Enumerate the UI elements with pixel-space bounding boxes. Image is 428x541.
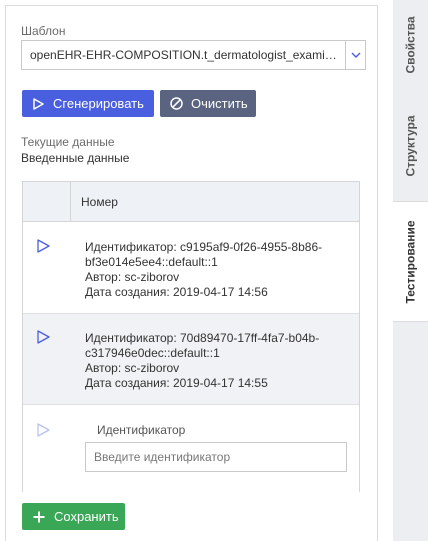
template-select[interactable]: openEHR-EHR-COMPOSITION.t_dermatologist_… bbox=[21, 40, 366, 70]
clear-button-label: Очистить bbox=[191, 96, 248, 111]
generate-button-label: Сгенерировать bbox=[53, 96, 144, 111]
row-created: Дата создания: 2019-04-17 14:55 bbox=[85, 376, 268, 390]
tab-testing-label: Тестирование bbox=[403, 219, 418, 304]
table-row-new: Идентификатор bbox=[23, 405, 359, 492]
row-id-line1: Идентификатор: 70d89470-17ff-4fa7-b04b- bbox=[85, 331, 320, 345]
save-button[interactable]: Сохранить bbox=[22, 503, 125, 530]
generate-button[interactable]: Сгенерировать bbox=[22, 90, 154, 117]
plus-icon bbox=[32, 510, 46, 524]
tab-properties[interactable]: Свойства bbox=[393, 0, 428, 90]
play-icon[interactable] bbox=[36, 239, 50, 253]
chevron-down-icon bbox=[351, 52, 360, 58]
template-select-toggle[interactable] bbox=[345, 41, 365, 69]
play-icon bbox=[31, 97, 45, 111]
compositions-table: Номер Идентификатор: c9195af9-0f26-4955-… bbox=[22, 181, 360, 492]
row-author: Автор: sc-ziborov bbox=[85, 361, 180, 375]
save-button-label: Сохранить bbox=[54, 509, 119, 524]
column-header-number: Номер bbox=[81, 195, 118, 209]
clear-button[interactable]: Очистить bbox=[160, 90, 256, 117]
testing-panel: Шаблон openEHR-EHR-COMPOSITION.t_dermato… bbox=[5, 5, 378, 541]
row-id-line2: bf3e014e5ee4::default::1 bbox=[85, 255, 218, 269]
current-data-label: Текущие данные bbox=[21, 135, 115, 149]
table-header: Номер bbox=[23, 182, 359, 222]
tab-structure[interactable]: Структура bbox=[393, 96, 428, 196]
identifier-label: Идентификатор bbox=[97, 423, 186, 437]
row-id-line2: c317946e0dec::default::1 bbox=[85, 346, 220, 360]
row-id-line1: Идентификатор: c9195af9-0f26-4955-8b86- bbox=[85, 240, 323, 254]
tab-testing[interactable]: Тестирование bbox=[393, 201, 428, 322]
play-icon[interactable] bbox=[36, 330, 50, 344]
header-divider bbox=[70, 182, 71, 222]
tab-properties-label: Свойства bbox=[403, 16, 418, 74]
entered-data-label: Введенные данные bbox=[21, 151, 130, 165]
table-row: Идентификатор: c9195af9-0f26-4955-8b86- … bbox=[23, 222, 359, 314]
identifier-input[interactable] bbox=[85, 442, 347, 472]
row-author: Автор: sc-ziborov bbox=[85, 270, 180, 284]
side-tab-rail: Свойства Структура Тестирование bbox=[393, 0, 428, 541]
template-select-value: openEHR-EHR-COMPOSITION.t_dermatologist_… bbox=[30, 48, 337, 62]
table-row: Идентификатор: 70d89470-17ff-4fa7-b04b- … bbox=[23, 314, 359, 405]
ban-icon bbox=[169, 97, 183, 111]
template-label: Шаблон bbox=[21, 24, 66, 38]
play-icon bbox=[37, 423, 50, 437]
row-created: Дата создания: 2019-04-17 14:56 bbox=[85, 285, 268, 299]
tab-structure-label: Структура bbox=[403, 115, 418, 177]
